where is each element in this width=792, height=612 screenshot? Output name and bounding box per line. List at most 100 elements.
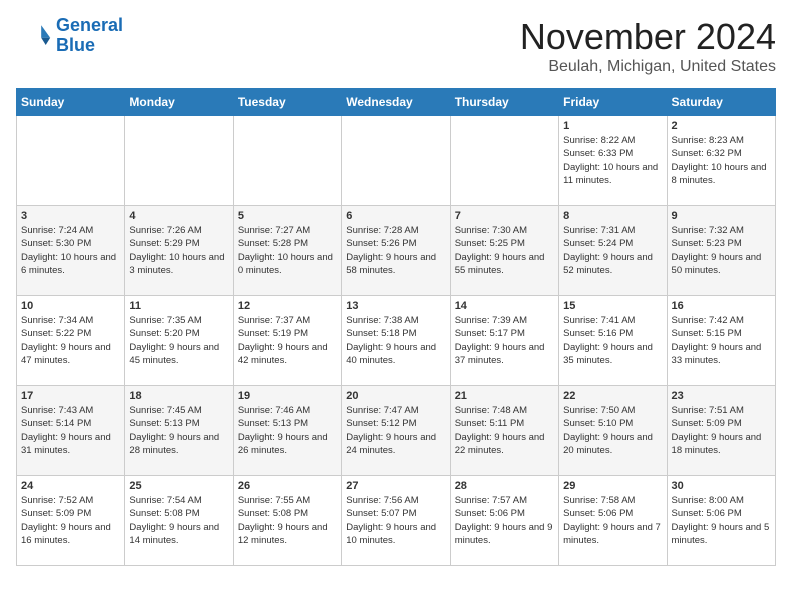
day-info: Sunrise: 7:38 AM Sunset: 5:18 PM Dayligh… — [346, 314, 445, 367]
calendar-cell: 14Sunrise: 7:39 AM Sunset: 5:17 PM Dayli… — [450, 296, 558, 386]
logo: General Blue — [16, 16, 123, 56]
day-number: 6 — [346, 210, 445, 222]
calendar-cell: 23 Sunrise: 7:51 AM Sunset: 5:09 PM Dayli… — [667, 386, 775, 476]
day-info: Sunrise: 7:30 AM Sunset: 5:25 PM Dayligh… — [455, 224, 554, 277]
calendar-cell: 1Sunrise: 8:22 AM Sunset: 6:33 PM Daylig… — [559, 116, 667, 206]
day-info: Sunrise: 7:31 AM Sunset: 5:24 PM Dayligh… — [563, 224, 662, 277]
calendar-header: SundayMondayTuesdayWednesdayThursdayFrid… — [17, 89, 776, 116]
day-number: 9 — [672, 210, 771, 222]
day-info: Sunrise: 7:48 AM Sunset: 5:11 PM Dayligh… — [455, 404, 554, 457]
logo-text: General Blue — [56, 16, 123, 56]
calendar-cell: 9 Sunrise: 7:32 AM Sunset: 5:23 PM Daylig… — [667, 206, 775, 296]
calendar-cell: 7Sunrise: 7:30 AM Sunset: 5:25 PM Daylig… — [450, 206, 558, 296]
day-info: Sunrise: 7:42 AM Sunset: 5:15 PM Dayligh… — [672, 314, 771, 367]
day-number: 25 — [129, 480, 228, 492]
day-number: 3 — [21, 210, 120, 222]
day-info: Sunrise: 7:47 AM Sunset: 5:12 PM Dayligh… — [346, 404, 445, 457]
day-number: 8 — [563, 210, 662, 222]
weekday-header: Monday — [125, 89, 233, 116]
calendar-cell: 12 Sunrise: 7:37 AM Sunset: 5:19 PM Dayli… — [233, 296, 341, 386]
title-block: November 2024 Beulah, Michigan, United S… — [520, 16, 776, 76]
day-number: 2 — [672, 120, 771, 132]
calendar-cell: 25Sunrise: 7:54 AM Sunset: 5:08 PM Dayli… — [125, 476, 233, 566]
day-info: Sunrise: 7:27 AM Sunset: 5:28 PM Dayligh… — [238, 224, 337, 277]
day-number: 13 — [346, 300, 445, 312]
calendar-cell: 6 Sunrise: 7:28 AM Sunset: 5:26 PM Daylig… — [342, 206, 450, 296]
day-number: 29 — [563, 480, 662, 492]
day-info: Sunrise: 7:24 AM Sunset: 5:30 PM Dayligh… — [21, 224, 120, 277]
day-info: Sunrise: 7:39 AM Sunset: 5:17 PM Dayligh… — [455, 314, 554, 367]
header-row: SundayMondayTuesdayWednesdayThursdayFrid… — [17, 89, 776, 116]
calendar-cell: 16Sunrise: 7:42 AM Sunset: 5:15 PM Dayli… — [667, 296, 775, 386]
day-info: Sunrise: 7:58 AM Sunset: 5:06 PM Dayligh… — [563, 494, 662, 547]
calendar-cell: 11Sunrise: 7:35 AM Sunset: 5:20 PM Dayli… — [125, 296, 233, 386]
calendar-cell: 19 Sunrise: 7:46 AM Sunset: 5:13 PM Dayli… — [233, 386, 341, 476]
calendar-cell: 29 Sunrise: 7:58 AM Sunset: 5:06 PM Dayli… — [559, 476, 667, 566]
day-number: 23 — [672, 390, 771, 402]
calendar-cell: 24Sunrise: 7:52 AM Sunset: 5:09 PM Dayli… — [17, 476, 125, 566]
day-number: 5 — [238, 210, 337, 222]
day-info: Sunrise: 7:52 AM Sunset: 5:09 PM Dayligh… — [21, 494, 120, 547]
calendar-cell: 21 Sunrise: 7:48 AM Sunset: 5:11 PM Dayli… — [450, 386, 558, 476]
day-number: 19 — [238, 390, 337, 402]
day-info: Sunrise: 7:37 AM Sunset: 5:19 PM Dayligh… — [238, 314, 337, 367]
calendar-cell: 30Sunrise: 8:00 AM Sunset: 5:06 PM Dayli… — [667, 476, 775, 566]
day-number: 26 — [238, 480, 337, 492]
month-title: November 2024 — [520, 16, 776, 58]
calendar-week-row: 17Sunrise: 7:43 AM Sunset: 5:14 PM Dayli… — [17, 386, 776, 476]
day-info: Sunrise: 8:22 AM Sunset: 6:33 PM Dayligh… — [563, 134, 662, 187]
weekday-header: Tuesday — [233, 89, 341, 116]
weekday-header: Saturday — [667, 89, 775, 116]
calendar-cell: 3 Sunrise: 7:24 AM Sunset: 5:30 PM Daylig… — [17, 206, 125, 296]
day-info: Sunrise: 7:55 AM Sunset: 5:08 PM Dayligh… — [238, 494, 337, 547]
calendar-cell: 18 Sunrise: 7:45 AM Sunset: 5:13 PM Dayli… — [125, 386, 233, 476]
day-number: 11 — [129, 300, 228, 312]
day-number: 15 — [563, 300, 662, 312]
day-info: Sunrise: 7:45 AM Sunset: 5:13 PM Dayligh… — [129, 404, 228, 457]
day-number: 27 — [346, 480, 445, 492]
day-info: Sunrise: 7:51 AM Sunset: 5:09 PM Dayligh… — [672, 404, 771, 457]
day-info: Sunrise: 7:28 AM Sunset: 5:26 PM Dayligh… — [346, 224, 445, 277]
day-info: Sunrise: 7:57 AM Sunset: 5:06 PM Dayligh… — [455, 494, 554, 547]
day-info: Sunrise: 7:46 AM Sunset: 5:13 PM Dayligh… — [238, 404, 337, 457]
calendar-cell: 8 Sunrise: 7:31 AM Sunset: 5:24 PM Daylig… — [559, 206, 667, 296]
day-number: 18 — [129, 390, 228, 402]
day-info: Sunrise: 8:00 AM Sunset: 5:06 PM Dayligh… — [672, 494, 771, 547]
calendar-cell: 15 Sunrise: 7:41 AM Sunset: 5:16 PM Dayli… — [559, 296, 667, 386]
day-info: Sunrise: 7:50 AM Sunset: 5:10 PM Dayligh… — [563, 404, 662, 457]
page-header: General Blue November 2024 Beulah, Michi… — [16, 16, 776, 76]
calendar-cell: 5 Sunrise: 7:27 AM Sunset: 5:28 PM Daylig… — [233, 206, 341, 296]
calendar-week-row: 10 Sunrise: 7:34 AM Sunset: 5:22 PM Dayli… — [17, 296, 776, 386]
location: Beulah, Michigan, United States — [520, 58, 776, 76]
calendar-body: 1Sunrise: 8:22 AM Sunset: 6:33 PM Daylig… — [17, 116, 776, 566]
weekday-header: Thursday — [450, 89, 558, 116]
calendar-cell: 4 Sunrise: 7:26 AM Sunset: 5:29 PM Daylig… — [125, 206, 233, 296]
day-number: 22 — [563, 390, 662, 402]
calendar-cell: 2Sunrise: 8:23 AM Sunset: 6:32 PM Daylig… — [667, 116, 775, 206]
calendar-cell — [17, 116, 125, 206]
day-number: 12 — [238, 300, 337, 312]
calendar-cell: 20 Sunrise: 7:47 AM Sunset: 5:12 PM Dayli… — [342, 386, 450, 476]
calendar-cell: 10 Sunrise: 7:34 AM Sunset: 5:22 PM Dayli… — [17, 296, 125, 386]
day-info: Sunrise: 7:34 AM Sunset: 5:22 PM Dayligh… — [21, 314, 120, 367]
calendar-cell — [233, 116, 341, 206]
day-info: Sunrise: 7:32 AM Sunset: 5:23 PM Dayligh… — [672, 224, 771, 277]
calendar-cell: 28 Sunrise: 7:57 AM Sunset: 5:06 PM Dayli… — [450, 476, 558, 566]
weekday-header: Sunday — [17, 89, 125, 116]
calendar-cell: 17Sunrise: 7:43 AM Sunset: 5:14 PM Dayli… — [17, 386, 125, 476]
calendar-week-row: 24Sunrise: 7:52 AM Sunset: 5:09 PM Dayli… — [17, 476, 776, 566]
calendar-cell: 22 Sunrise: 7:50 AM Sunset: 5:10 PM Dayli… — [559, 386, 667, 476]
day-number: 4 — [129, 210, 228, 222]
day-number: 21 — [455, 390, 554, 402]
day-number: 20 — [346, 390, 445, 402]
day-number: 28 — [455, 480, 554, 492]
day-number: 17 — [21, 390, 120, 402]
day-info: Sunrise: 7:26 AM Sunset: 5:29 PM Dayligh… — [129, 224, 228, 277]
calendar-cell: 27Sunrise: 7:56 AM Sunset: 5:07 PM Dayli… — [342, 476, 450, 566]
day-number: 10 — [21, 300, 120, 312]
day-info: Sunrise: 7:41 AM Sunset: 5:16 PM Dayligh… — [563, 314, 662, 367]
calendar-cell: 13 Sunrise: 7:38 AM Sunset: 5:18 PM Dayli… — [342, 296, 450, 386]
calendar-cell: 26 Sunrise: 7:55 AM Sunset: 5:08 PM Dayli… — [233, 476, 341, 566]
calendar-cell — [125, 116, 233, 206]
logo-icon — [16, 18, 52, 54]
